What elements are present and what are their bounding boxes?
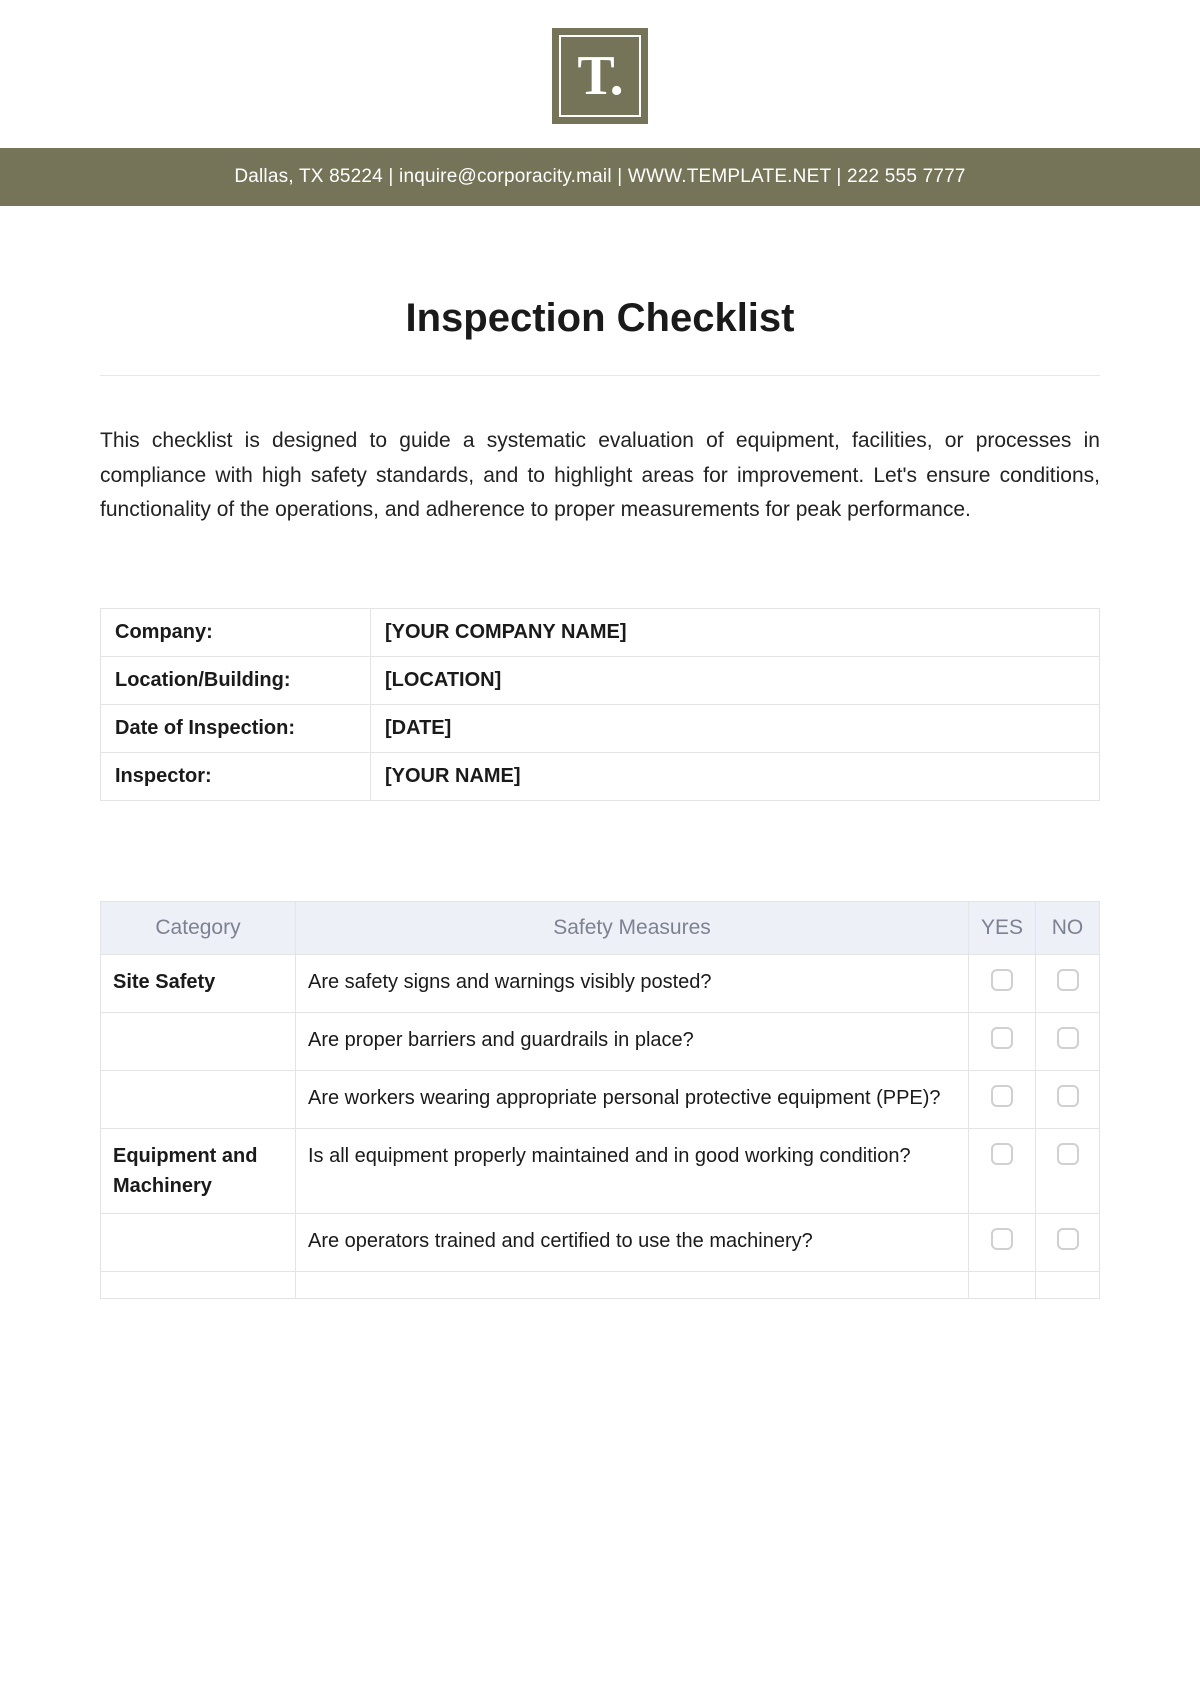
measure-cell: Are workers wearing appropriate personal… (296, 1070, 969, 1128)
logo-icon: T. (552, 28, 648, 124)
info-table: Company: [YOUR COMPANY NAME] Location/Bu… (100, 608, 1100, 801)
info-label: Date of Inspection: (101, 704, 371, 752)
category-cell (101, 1070, 296, 1128)
info-value[interactable]: [DATE] (371, 704, 1100, 752)
table-header-row: Category Safety Measures YES NO (101, 901, 1100, 954)
yes-cell (968, 1128, 1035, 1213)
checkbox-icon[interactable] (991, 969, 1013, 991)
checkbox-icon[interactable] (1057, 1143, 1079, 1165)
col-yes: YES (968, 901, 1035, 954)
table-row: Date of Inspection: [DATE] (101, 704, 1100, 752)
checklist-table: Category Safety Measures YES NO Site Saf… (100, 901, 1100, 1299)
checkbox-icon[interactable] (1057, 1085, 1079, 1107)
page-title: Inspection Checklist (100, 296, 1100, 341)
measure-cell: Are safety signs and warnings visibly po… (296, 954, 969, 1012)
yes-cell (968, 1070, 1035, 1128)
header-contact-text: Dallas, TX 85224 | inquire@corporacity.m… (234, 166, 965, 187)
measure-cell: Are operators trained and certified to u… (296, 1213, 969, 1271)
table-row: Inspector: [YOUR NAME] (101, 752, 1100, 800)
table-row: Are operators trained and certified to u… (101, 1213, 1100, 1271)
logo-container: T. (0, 0, 1200, 148)
no-cell (1036, 1128, 1100, 1213)
info-label: Location/Building: (101, 656, 371, 704)
yes-cell (968, 954, 1035, 1012)
no-cell (1036, 1012, 1100, 1070)
yes-cell (968, 1213, 1035, 1271)
info-value[interactable]: [YOUR NAME] (371, 752, 1100, 800)
category-cell (101, 1271, 296, 1298)
checkbox-icon[interactable] (991, 1085, 1013, 1107)
category-cell: Site Safety (101, 954, 296, 1012)
table-row: Are proper barriers and guardrails in pl… (101, 1012, 1100, 1070)
checkbox-icon[interactable] (991, 1228, 1013, 1250)
measure-cell (296, 1271, 969, 1298)
no-cell (1036, 954, 1100, 1012)
title-divider (100, 375, 1100, 376)
category-cell (101, 1012, 296, 1070)
table-row: Company: [YOUR COMPANY NAME] (101, 608, 1100, 656)
checkbox-icon[interactable] (1057, 1228, 1079, 1250)
checkbox-icon[interactable] (991, 1027, 1013, 1049)
table-row (101, 1271, 1100, 1298)
yes-cell (968, 1012, 1035, 1070)
table-row: Equipment and Machinery Is all equipment… (101, 1128, 1100, 1213)
category-cell (101, 1213, 296, 1271)
checkbox-icon[interactable] (1057, 969, 1079, 991)
table-row: Location/Building: [LOCATION] (101, 656, 1100, 704)
category-cell: Equipment and Machinery (101, 1128, 296, 1213)
measure-cell: Are proper barriers and guardrails in pl… (296, 1012, 969, 1070)
info-label: Inspector: (101, 752, 371, 800)
no-cell (1036, 1213, 1100, 1271)
table-row: Are workers wearing appropriate personal… (101, 1070, 1100, 1128)
checkbox-icon[interactable] (1057, 1027, 1079, 1049)
checkbox-icon[interactable] (991, 1143, 1013, 1165)
header-contact-bar: Dallas, TX 85224 | inquire@corporacity.m… (0, 148, 1200, 206)
col-category: Category (101, 901, 296, 954)
intro-paragraph: This checklist is designed to guide a sy… (100, 424, 1100, 528)
info-value[interactable]: [LOCATION] (371, 656, 1100, 704)
measure-cell: Is all equipment properly maintained and… (296, 1128, 969, 1213)
document-content: Inspection Checklist This checklist is d… (0, 296, 1200, 1299)
info-value[interactable]: [YOUR COMPANY NAME] (371, 608, 1100, 656)
col-no: NO (1036, 901, 1100, 954)
info-label: Company: (101, 608, 371, 656)
logo-text: T. (577, 48, 622, 104)
no-cell (1036, 1070, 1100, 1128)
no-cell (1036, 1271, 1100, 1298)
table-row: Site Safety Are safety signs and warning… (101, 954, 1100, 1012)
yes-cell (968, 1271, 1035, 1298)
col-measures: Safety Measures (296, 901, 969, 954)
